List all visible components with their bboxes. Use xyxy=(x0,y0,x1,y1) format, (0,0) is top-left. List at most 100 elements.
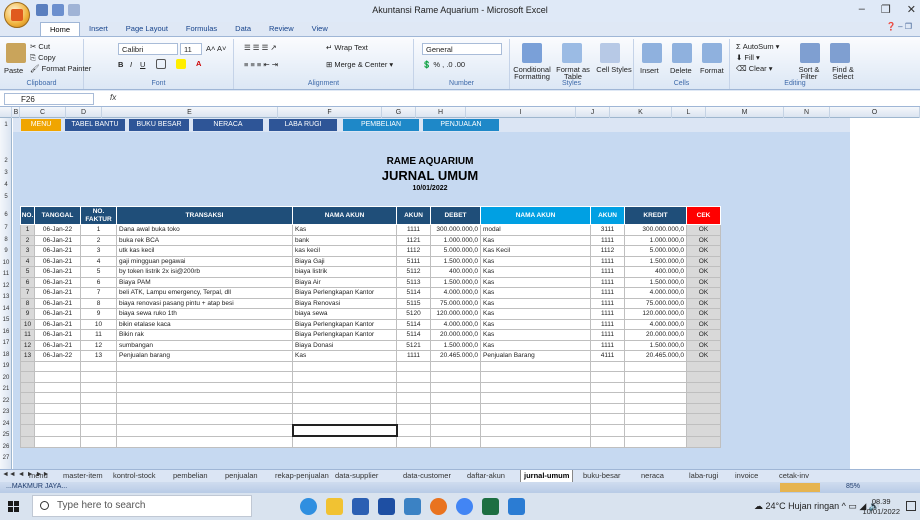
table-cell[interactable]: 4111 xyxy=(590,350,625,362)
empty-cell[interactable] xyxy=(396,424,431,437)
empty-cell[interactable] xyxy=(480,402,591,414)
table-cell[interactable]: 5.000.000,0 xyxy=(624,245,687,257)
sheet-tab-laba-rugi[interactable]: laba-rugi xyxy=(686,470,721,482)
chrome-icon[interactable] xyxy=(456,498,473,515)
table-cell[interactable]: 1.000.000,0 xyxy=(624,234,687,246)
row-header[interactable]: 2 xyxy=(0,158,12,164)
grow-font-icon[interactable]: A˄ A˅ xyxy=(206,44,226,53)
table-cell[interactable]: 4 xyxy=(20,255,35,267)
menu-button-tabel-bantu[interactable]: TABEL BANTU xyxy=(65,119,125,131)
empty-cell[interactable] xyxy=(20,381,35,393)
empty-cell[interactable] xyxy=(80,435,117,448)
wrap-text-button[interactable]: ↵ Wrap Text xyxy=(326,43,368,52)
row-header[interactable]: 3 xyxy=(0,170,12,176)
table-cell[interactable]: OK xyxy=(686,318,721,330)
table-cell[interactable]: 5114 xyxy=(396,329,431,341)
empty-cell[interactable] xyxy=(80,392,117,404)
empty-cell[interactable] xyxy=(480,371,591,383)
empty-cell[interactable] xyxy=(20,435,35,448)
table-cell[interactable]: Kas xyxy=(480,297,591,309)
table-cell[interactable]: 2 xyxy=(20,234,35,246)
close-icon[interactable]: ✕ xyxy=(907,3,916,16)
table-cell[interactable]: OK xyxy=(686,350,721,362)
table-cell[interactable]: 06-Jan-21 xyxy=(34,308,81,320)
empty-cell[interactable] xyxy=(590,435,625,448)
empty-cell[interactable] xyxy=(80,413,117,425)
paste-button[interactable]: Paste xyxy=(4,66,23,75)
row-header[interactable]: 7 xyxy=(0,225,12,231)
sheet-tab-cetak-inv[interactable]: cetak-inv xyxy=(776,470,812,482)
conditional-formatting-button[interactable]: Conditional Formatting xyxy=(512,66,552,81)
table-cell[interactable]: biaya sewa xyxy=(292,308,397,320)
word-taskbar-icon[interactable] xyxy=(508,498,525,515)
table-cell[interactable]: Dana awal buka toko xyxy=(116,224,293,236)
cell-styles-button[interactable]: Cell Styles xyxy=(596,66,632,74)
format-button[interactable]: Format xyxy=(700,66,724,75)
table-cell[interactable]: 1111 xyxy=(590,287,625,299)
table-cell[interactable]: 06-Jan-21 xyxy=(34,255,81,267)
row-header[interactable]: 4 xyxy=(0,182,12,188)
table-cell[interactable]: gaji mingguan pegawai xyxy=(116,255,293,267)
table-cell[interactable]: OK xyxy=(686,329,721,341)
table-cell[interactable]: 400.000,0 xyxy=(624,266,687,278)
bold-icon[interactable]: B xyxy=(118,60,123,69)
empty-cell[interactable] xyxy=(686,360,721,372)
italic-icon[interactable]: I xyxy=(130,60,132,69)
empty-cell[interactable] xyxy=(20,402,35,414)
currency-icon[interactable]: 💲 % , .0 .00 xyxy=(422,60,465,69)
table-cell[interactable]: 300.000.000,0 xyxy=(624,224,687,236)
empty-cell[interactable] xyxy=(480,360,591,372)
sheet-tab-rekap-penjualan[interactable]: rekap-penjualan xyxy=(272,470,332,482)
table-cell[interactable]: 7 xyxy=(20,287,35,299)
table-cell[interactable]: 06-Jan-22 xyxy=(34,224,81,236)
table-cell[interactable]: 4.000.000,0 xyxy=(624,287,687,299)
table-cell[interactable]: kas kecil xyxy=(292,245,397,257)
table-cell[interactable]: Bikin rak xyxy=(116,329,293,341)
mail-app-icon[interactable] xyxy=(404,498,421,515)
table-cell[interactable]: Biaya Air xyxy=(292,276,397,288)
table-cell[interactable]: OK xyxy=(686,245,721,257)
column-header-e[interactable]: E xyxy=(102,107,278,118)
font-name-dropdown[interactable]: Calibri xyxy=(118,43,178,55)
row-header[interactable]: 6 xyxy=(0,212,12,218)
paste-icon[interactable] xyxy=(6,43,26,63)
row-header[interactable]: 21 xyxy=(0,386,12,392)
fx-icon[interactable]: fx xyxy=(110,93,116,102)
selected-cell-f26[interactable] xyxy=(291,423,398,437)
row-header[interactable]: 11 xyxy=(0,271,12,277)
empty-cell[interactable] xyxy=(396,402,431,414)
empty-cell[interactable] xyxy=(20,371,35,383)
table-cell[interactable]: Penjualan barang xyxy=(116,350,293,362)
table-cell[interactable]: 1.500.000,0 xyxy=(624,339,687,351)
table-cell[interactable]: 5114 xyxy=(396,318,431,330)
format-as-table-button[interactable]: Format as Table xyxy=(552,66,594,81)
empty-cell[interactable] xyxy=(396,435,431,448)
table-cell[interactable]: 4.000.000,0 xyxy=(430,318,481,330)
table-cell[interactable]: by token listrik 2x isi@200rb xyxy=(116,266,293,278)
format-painter-button[interactable]: 🖌 Format Painter xyxy=(30,64,91,73)
table-cell[interactable]: 9 xyxy=(20,308,35,320)
taskbar-clock[interactable]: 08.39 10/01/2022 xyxy=(862,497,900,517)
table-cell[interactable]: 06-Jan-21 xyxy=(34,276,81,288)
empty-cell[interactable] xyxy=(686,371,721,383)
empty-cell[interactable] xyxy=(292,435,397,448)
empty-cell[interactable] xyxy=(116,360,293,372)
table-cell[interactable]: 1.500.000,0 xyxy=(624,276,687,288)
table-cell[interactable]: Kas xyxy=(480,255,591,267)
ribbon-tab-view[interactable]: View xyxy=(303,22,337,36)
autosum-button[interactable]: Σ AutoSum ▾ xyxy=(736,42,779,51)
table-cell[interactable]: 12 xyxy=(80,339,117,351)
ribbon-tab-review[interactable]: Review xyxy=(260,22,303,36)
empty-cell[interactable] xyxy=(480,413,591,425)
empty-cell[interactable] xyxy=(430,360,481,372)
table-cell[interactable]: 06-Jan-21 xyxy=(34,266,81,278)
empty-cell[interactable] xyxy=(686,381,721,393)
table-cell[interactable]: Penjualan Barang xyxy=(480,350,591,362)
merge-center-button[interactable]: ⊞ Merge & Center ▾ xyxy=(326,60,393,69)
empty-cell[interactable] xyxy=(396,413,431,425)
empty-cell[interactable] xyxy=(20,413,35,425)
table-cell[interactable]: OK xyxy=(686,224,721,236)
table-cell[interactable]: 11 xyxy=(80,329,117,341)
table-cell[interactable]: 1111 xyxy=(590,308,625,320)
table-cell[interactable]: Kas xyxy=(292,350,397,362)
